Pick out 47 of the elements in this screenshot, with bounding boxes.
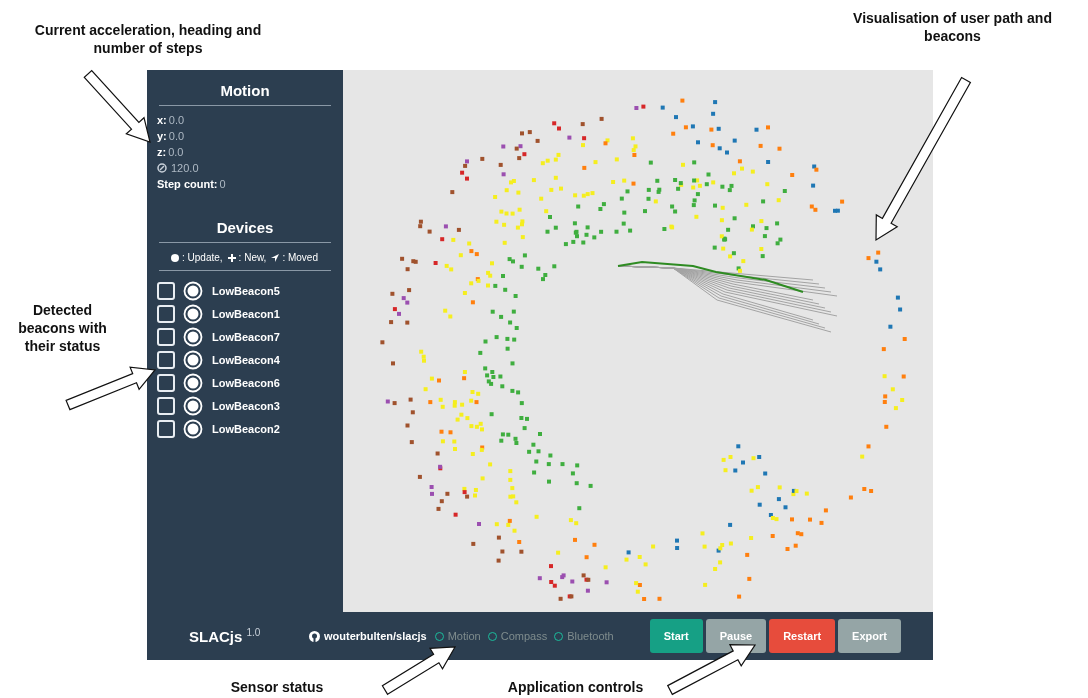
checkbox[interactable] xyxy=(157,374,175,392)
legend-text: : Update, xyxy=(182,252,223,263)
checkbox[interactable] xyxy=(157,420,175,438)
device-name: LowBeacon2 xyxy=(212,423,280,435)
section-title: Motion xyxy=(159,82,331,106)
sensor-label: Bluetooth xyxy=(567,630,614,642)
callout-text: Current acceleration, heading and number of steps xyxy=(33,21,263,57)
sensor-label: Motion xyxy=(447,630,481,642)
location-arrow-icon xyxy=(270,252,281,263)
device-name: LowBeacon5 xyxy=(212,285,280,297)
github-icon xyxy=(309,630,320,642)
motion-value: 0.0 xyxy=(168,130,185,142)
device-name: LowBeacon3 xyxy=(212,400,280,412)
motion-label: z: xyxy=(157,146,167,158)
motion-value: 120.0 xyxy=(171,162,199,174)
dot-icon xyxy=(170,252,180,263)
section-title: Devices xyxy=(159,219,331,243)
control-button[interactable]: Restart xyxy=(769,619,836,653)
motion-value: 0 xyxy=(219,178,226,190)
motion-label: x: xyxy=(157,114,167,126)
compass-icon xyxy=(157,163,167,173)
motion-value: 0.0 xyxy=(168,146,184,158)
motion-value: 0.0 xyxy=(168,114,185,126)
callout-text: Visualisation of user path and beacons xyxy=(852,9,1053,45)
repo-link[interactable]: wouterbulten/slacjs xyxy=(324,630,427,642)
sensor-label: Compass xyxy=(500,630,548,642)
checkbox[interactable] xyxy=(157,397,175,415)
checkbox[interactable] xyxy=(157,282,175,300)
callout-text: Application controls xyxy=(506,678,645,696)
callout-text: Sensor status xyxy=(229,678,325,696)
plus-icon xyxy=(226,252,237,263)
device-name: LowBeacon7 xyxy=(212,331,280,343)
callout-text: Detected beacons with their status xyxy=(17,301,108,355)
control-button[interactable]: Pause xyxy=(705,619,767,653)
motion-label: y: xyxy=(157,130,167,142)
device-name: LowBeacon1 xyxy=(212,308,280,320)
app-title: SLACjs $^{1.0}$ xyxy=(189,627,262,645)
legend-text: : Moved xyxy=(282,252,318,263)
device-name: LowBeacon4 xyxy=(212,354,280,366)
legend-text: : New, xyxy=(238,252,267,263)
control-button[interactable]: Start xyxy=(649,619,703,653)
motion-label: Step count: xyxy=(157,178,218,190)
control-button[interactable]: Export xyxy=(838,619,901,653)
checkbox[interactable] xyxy=(157,305,175,323)
checkbox[interactable] xyxy=(157,351,175,369)
device-name: LowBeacon6 xyxy=(212,377,280,389)
checkbox[interactable] xyxy=(157,328,175,346)
